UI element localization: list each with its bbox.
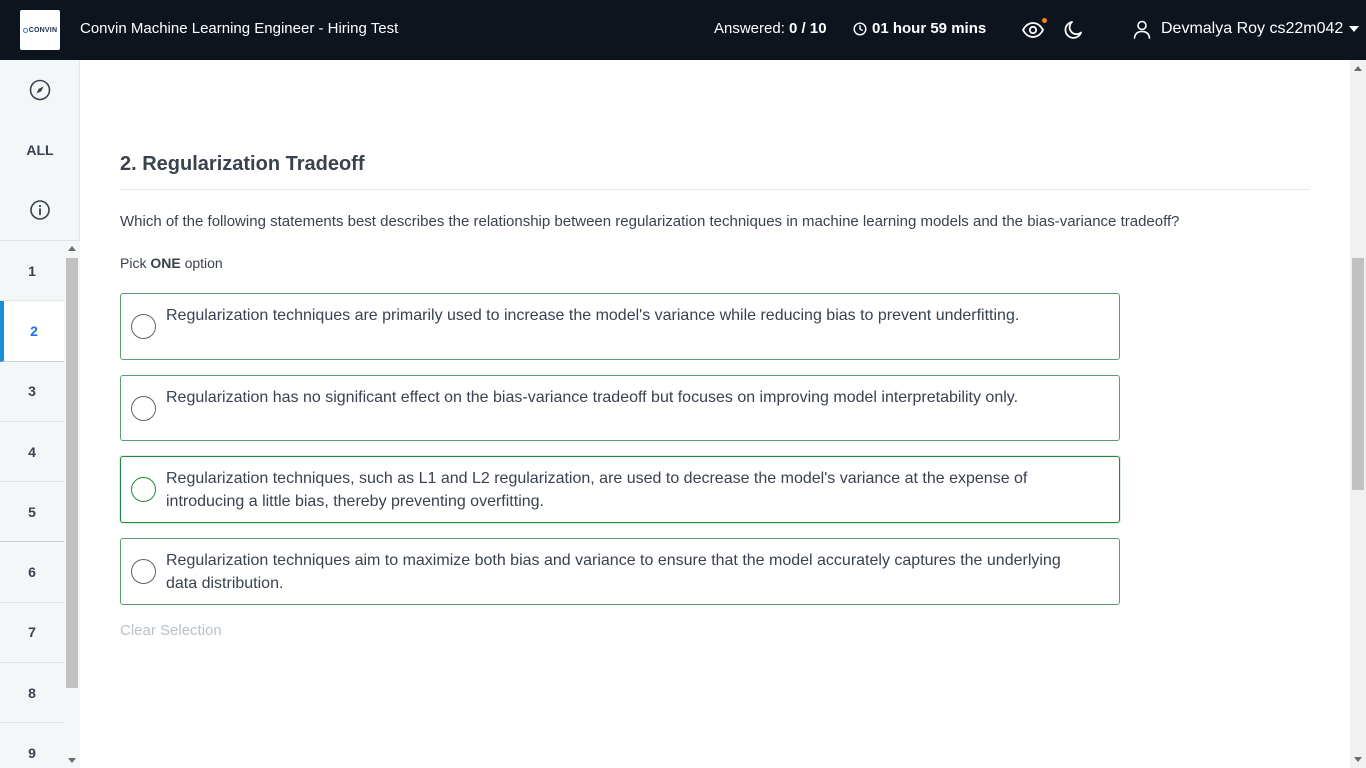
clear-selection-button[interactable]: Clear Selection [120, 622, 222, 639]
chevron-down-icon[interactable] [1349, 26, 1359, 32]
radio-button[interactable] [131, 559, 156, 584]
question-panel: 2. Regularization Tradeoff Which of the … [80, 60, 1350, 768]
answer-option-text: Regularization has no significant effect… [166, 389, 1019, 406]
moon-icon[interactable] [1062, 18, 1086, 42]
question-sidebar: ALL 1 2 3 4 5 6 7 8 9 [0, 60, 80, 768]
page-scrollbar[interactable] [1350, 60, 1366, 768]
compass-button[interactable] [0, 60, 80, 120]
pick-instruction: Pick ONE option [120, 255, 223, 271]
answer-option-highlighted[interactable]: Regularization techniques, such as L1 an… [120, 456, 1120, 523]
question-nav-item-active[interactable]: 2 [0, 301, 64, 362]
question-nav-item[interactable]: 5 [0, 482, 64, 543]
answered-count: Answered: 0 / 10 [714, 20, 827, 37]
user-name: Devmalya Roy cs22m042 [1161, 20, 1344, 37]
top-header: CONVIN Convin Machine Learning Engineer … [0, 0, 1366, 60]
answer-option[interactable]: Regularization techniques aim to maximiz… [120, 538, 1120, 605]
pick-count: ONE [150, 255, 181, 271]
answer-option-text: Regularization techniques aim to maximiz… [166, 552, 1061, 592]
all-questions-button[interactable]: ALL [0, 120, 80, 180]
scroll-up-arrow-icon[interactable] [1354, 66, 1362, 71]
question-text: Which of the following statements best d… [120, 213, 1180, 230]
timer: 01 hour 59 mins [853, 20, 986, 37]
user-menu[interactable]: Devmalya Roy cs22m042 [1131, 18, 1343, 40]
answer-option-text: Regularization techniques are primarily … [166, 307, 1020, 324]
notification-dot [1042, 18, 1047, 23]
info-icon [30, 200, 50, 220]
answer-option[interactable]: Regularization has no significant effect… [120, 375, 1120, 441]
title-divider [120, 189, 1310, 190]
answered-value: 0 / 10 [789, 20, 827, 37]
question-nav-item[interactable]: 6 [0, 542, 64, 603]
scrollbar-thumb[interactable] [1352, 258, 1364, 490]
radio-button[interactable] [131, 314, 156, 339]
question-nav-item[interactable]: 1 [0, 241, 64, 302]
pick-prefix: Pick [120, 255, 151, 271]
test-title: Convin Machine Learning Engineer - Hirin… [80, 20, 399, 37]
answered-label: Answered: [714, 20, 785, 37]
answer-option-text: Regularization techniques, such as L1 an… [166, 470, 1028, 510]
sidebar-tools: ALL [0, 60, 80, 241]
question-nav-item[interactable]: 4 [0, 422, 64, 483]
clock-icon [853, 21, 867, 36]
scrollbar-thumb[interactable] [66, 258, 78, 688]
scroll-up-arrow-icon[interactable] [68, 246, 76, 251]
question-list: 1 2 3 4 5 6 7 8 9 [0, 241, 64, 768]
question-nav-item[interactable]: 9 [0, 723, 64, 768]
user-icon [1133, 20, 1151, 39]
radio-button[interactable] [131, 396, 156, 421]
company-logo: CONVIN [20, 10, 60, 50]
info-button[interactable] [0, 180, 80, 240]
question-nav-item[interactable]: 7 [0, 603, 64, 664]
logo-mark-icon [22, 27, 28, 33]
timer-value: 01 hour 59 mins [872, 20, 987, 37]
pick-suffix: option [180, 255, 223, 271]
scroll-down-arrow-icon[interactable] [68, 758, 76, 763]
sidebar-scrollbar[interactable] [64, 241, 80, 768]
question-title: 2. Regularization Tradeoff [120, 153, 365, 175]
question-nav-item[interactable]: 3 [0, 362, 64, 422]
question-nav-item[interactable]: 8 [0, 663, 64, 724]
radio-button[interactable] [131, 477, 156, 502]
logo-text: CONVIN [28, 26, 58, 34]
scroll-down-arrow-icon[interactable] [1354, 757, 1362, 762]
compass-icon [29, 79, 51, 101]
answer-option[interactable]: Regularization techniques are primarily … [120, 293, 1120, 360]
